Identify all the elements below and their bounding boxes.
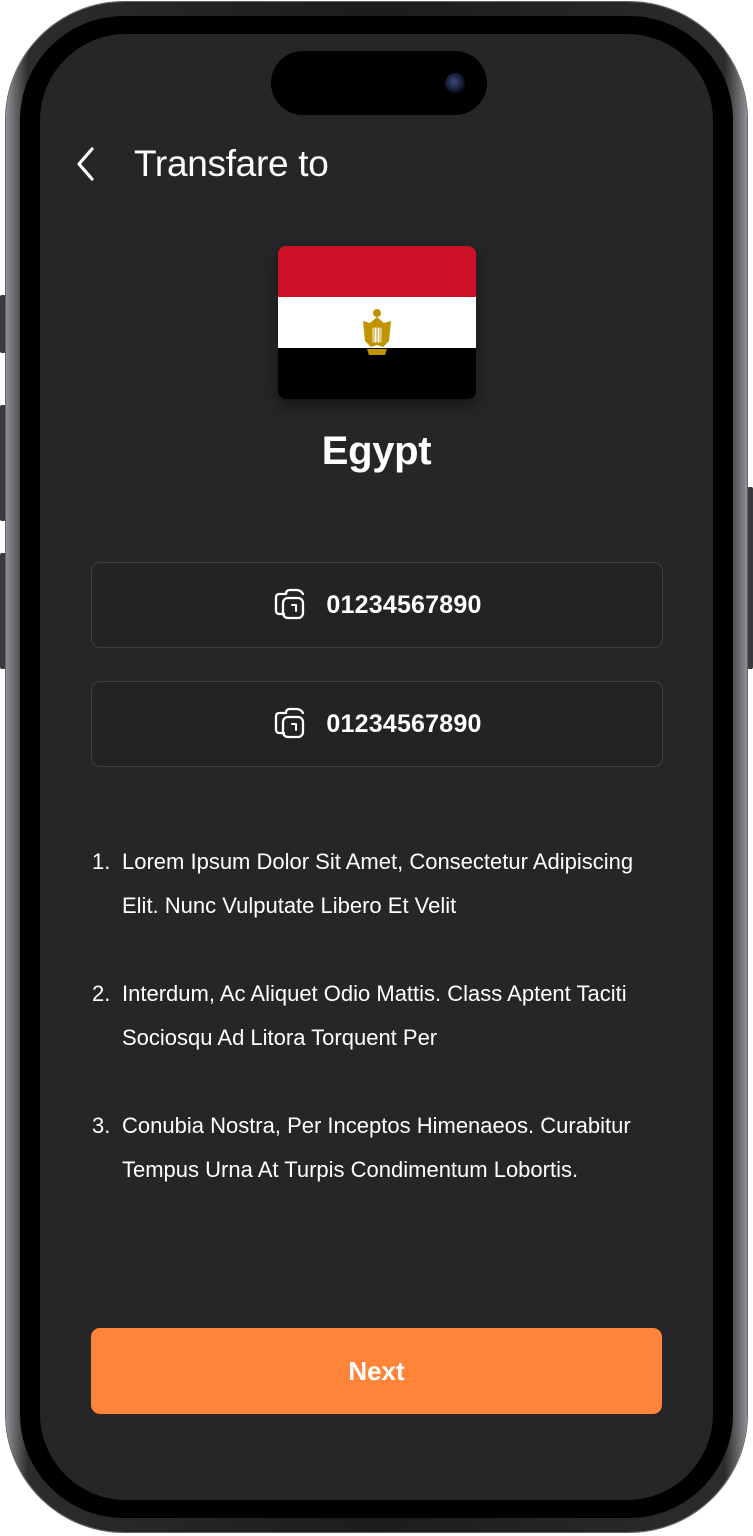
egypt-flag [278, 246, 476, 399]
copy-icon [275, 588, 305, 620]
header: Transfare to [40, 134, 713, 194]
list-item-text: Lorem Ipsum Dolor Sit Amet, Consectetur … [122, 849, 634, 918]
account-number: 01234567890 [326, 709, 482, 738]
list-item: 2. Interdum, Ac Aliquet Odio Mattis. Cla… [92, 972, 672, 1060]
camera-icon [445, 73, 465, 93]
account-number-box-1[interactable]: 01234567890 [91, 562, 663, 648]
app-screen: Transfare to Egypt 01234567890 012345678… [40, 34, 713, 1500]
account-number-box-2[interactable]: 01234567890 [91, 681, 663, 767]
list-item-text: Conubia Nostra, Per Inceptos Himenaeos. … [122, 1113, 631, 1182]
list-item-index: 2. [92, 981, 111, 1006]
power-button [747, 487, 753, 669]
page-title: Transfare to [134, 143, 329, 184]
copy-icon [275, 707, 305, 739]
list-item-index: 3. [92, 1113, 111, 1138]
list-item: 1. Lorem Ipsum Dolor Sit Amet, Consectet… [92, 840, 672, 928]
list-item: 3. Conubia Nostra, Per Inceptos Himenaeo… [92, 1104, 672, 1192]
back-button[interactable] [66, 142, 106, 186]
instructions-list: 1. Lorem Ipsum Dolor Sit Amet, Consectet… [92, 840, 672, 1236]
chevron-left-icon [77, 147, 94, 181]
dynamic-island [271, 51, 487, 115]
flag-stripe-red [278, 246, 476, 297]
eagle-emblem-icon [363, 309, 391, 355]
country-name: Egypt [321, 429, 432, 473]
account-number: 01234567890 [326, 590, 482, 619]
next-button[interactable]: Next [91, 1328, 662, 1414]
list-item-index: 1. [92, 849, 111, 874]
list-item-text: Interdum, Ac Aliquet Odio Mattis. Class … [122, 981, 627, 1050]
